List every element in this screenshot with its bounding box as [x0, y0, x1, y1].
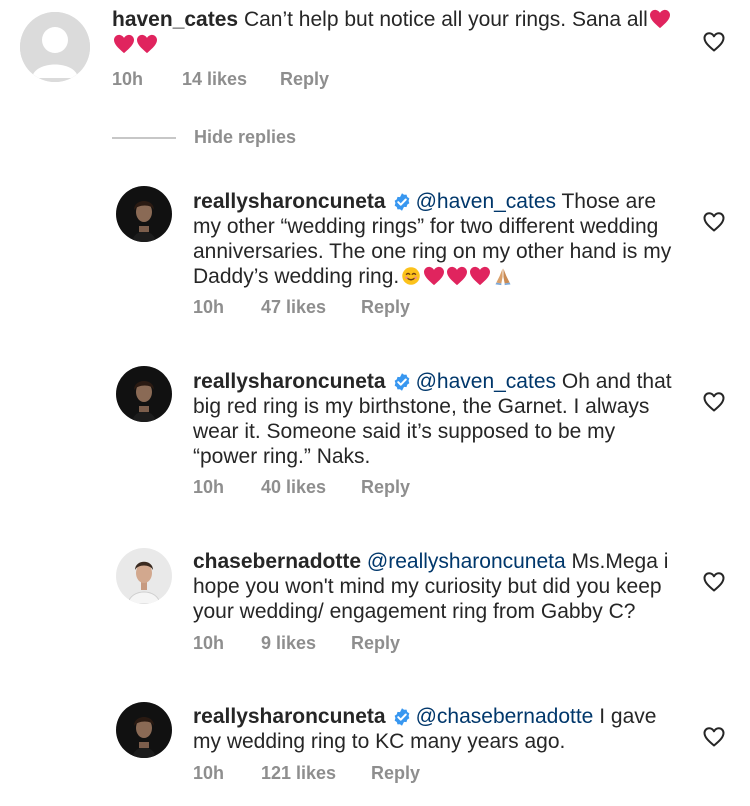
comment-body: haven_cates Can’t help but notice all yo…: [112, 7, 672, 57]
avatar[interactable]: [20, 12, 90, 82]
comment-username[interactable]: chasebernadotte: [193, 550, 361, 573]
comment-body: reallysharoncuneta @haven_cates Those are…: [193, 189, 673, 289]
like-heart-icon[interactable]: [702, 390, 726, 414]
red-heart-icon: [136, 34, 158, 54]
red-heart-icon: [446, 266, 468, 286]
like-heart-icon[interactable]: [702, 30, 726, 54]
red-heart-icon: [113, 34, 135, 54]
comment-username[interactable]: reallysharoncuneta: [193, 190, 386, 213]
comment-username[interactable]: reallysharoncuneta: [193, 705, 386, 728]
red-heart-icon: [649, 9, 671, 29]
reply-button[interactable]: Reply: [371, 763, 420, 784]
reply-button[interactable]: Reply: [280, 69, 329, 90]
chase-avatar-icon: [116, 548, 172, 604]
like-heart-icon[interactable]: [702, 570, 726, 594]
reply-button[interactable]: Reply: [361, 477, 410, 498]
sharon-avatar-icon: [116, 186, 172, 242]
comment-username[interactable]: reallysharoncuneta: [193, 370, 386, 393]
comment-meta: 10h 14 likes Reply: [112, 69, 329, 90]
comment-meta: 10h 47 likes Reply: [193, 297, 410, 318]
comment-time[interactable]: 10h: [193, 297, 261, 318]
comment-meta: 10h 9 likes Reply: [193, 633, 400, 654]
comment-likes[interactable]: 14 likes: [182, 69, 280, 90]
avatar[interactable]: [116, 186, 172, 242]
avatar[interactable]: [116, 548, 172, 604]
default-avatar-icon: [20, 12, 90, 82]
comment-time[interactable]: 10h: [193, 477, 261, 498]
comment-likes[interactable]: 121 likes: [261, 763, 371, 784]
comment-time[interactable]: 10h: [193, 763, 261, 784]
sharon-avatar-icon: [116, 366, 172, 422]
reply-button[interactable]: Reply: [361, 297, 410, 318]
comment-likes[interactable]: 9 likes: [261, 633, 351, 654]
divider: [112, 136, 176, 139]
comment-likes[interactable]: 40 likes: [261, 477, 361, 498]
comment-time[interactable]: 10h: [193, 633, 261, 654]
red-heart-icon: [423, 266, 445, 286]
sharon-avatar-icon: [116, 702, 172, 758]
reply-button[interactable]: Reply: [351, 633, 400, 654]
comment-meta: 10h 121 likes Reply: [193, 763, 420, 784]
comment-time[interactable]: 10h: [112, 69, 182, 90]
verified-badge-icon: [392, 707, 412, 727]
comment-mention[interactable]: @haven_cates: [416, 370, 556, 393]
like-heart-icon[interactable]: [702, 725, 726, 749]
comment-likes[interactable]: 47 likes: [261, 297, 361, 318]
comment-username[interactable]: haven_cates: [112, 8, 238, 31]
verified-badge-icon: [392, 372, 412, 392]
comment-body: chasebernadotte @reallysharoncuneta Ms.M…: [193, 549, 673, 624]
comment-text: Can’t help but notice all your rings. Sa…: [243, 8, 648, 31]
comment-body: reallysharoncuneta @haven_cates Oh and th…: [193, 369, 673, 469]
like-heart-icon[interactable]: [702, 210, 726, 234]
hide-replies-label[interactable]: Hide replies: [194, 127, 296, 148]
comment-mention[interactable]: @reallysharoncuneta: [367, 550, 566, 573]
red-heart-icon: [469, 266, 491, 286]
comment-mention[interactable]: @haven_cates: [416, 190, 556, 213]
avatar[interactable]: [116, 702, 172, 758]
avatar[interactable]: [116, 366, 172, 422]
comment-meta: 10h 40 likes Reply: [193, 477, 410, 498]
hide-replies-toggle[interactable]: Hide replies: [112, 127, 296, 148]
comment-body: reallysharoncuneta @chasebernadotte I gav…: [193, 704, 673, 754]
smiling-face-icon: [400, 266, 422, 286]
comment-mention[interactable]: @chasebernadotte: [416, 705, 594, 728]
folded-hands-icon: [492, 266, 514, 286]
verified-badge-icon: [392, 192, 412, 212]
